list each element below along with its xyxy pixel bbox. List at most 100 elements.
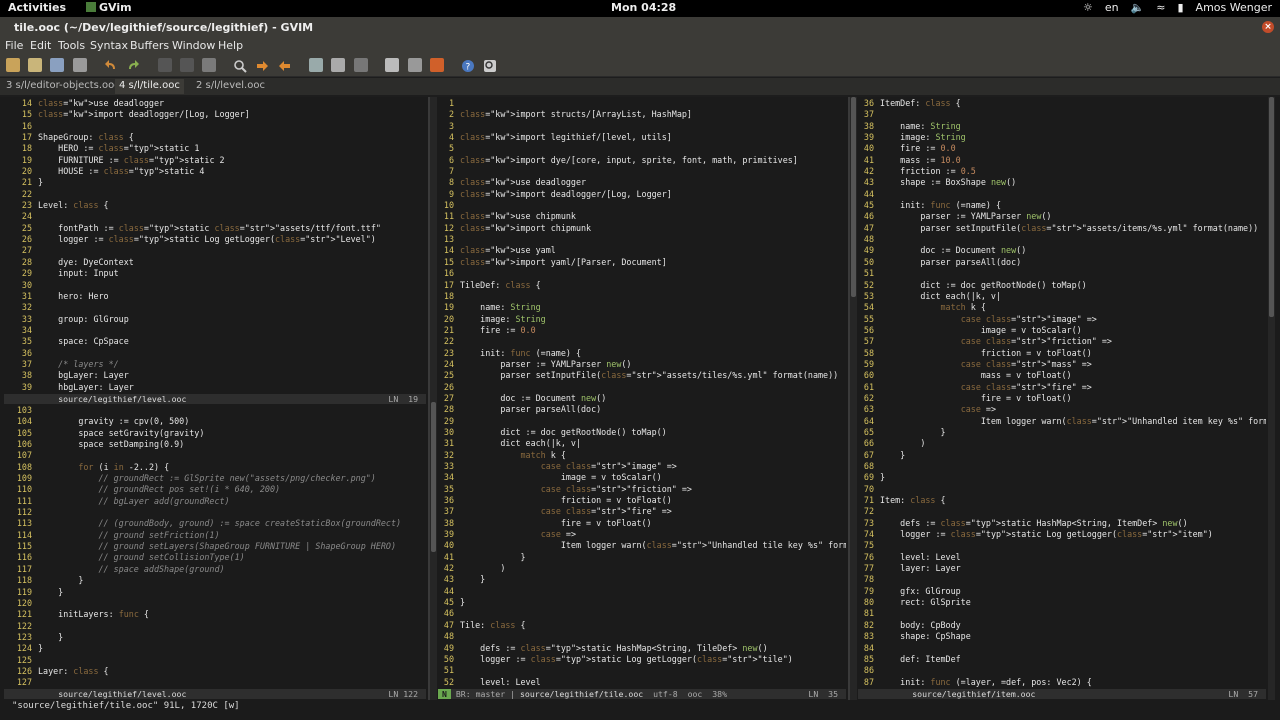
code-line[interactable]: 39 hbgLayer: Layer	[4, 382, 426, 393]
code-line[interactable]: 122	[4, 621, 426, 632]
code-line[interactable]: 84	[858, 643, 1266, 654]
code-line[interactable]: 52 level: Level	[438, 677, 846, 688]
scrollbar-left[interactable]	[430, 97, 437, 700]
code-line[interactable]: 33 case class="str">"image" =>	[438, 461, 846, 472]
code-line[interactable]: 5	[438, 143, 846, 154]
code-line[interactable]: 48	[858, 234, 1266, 245]
code-line[interactable]: 9 class="kw">import deadlogger/[Log, Logg…	[438, 189, 846, 200]
code-line[interactable]: 82 body: CpBody	[858, 620, 1266, 631]
code-line[interactable]: 65 }	[858, 427, 1266, 438]
code-line[interactable]: 27	[4, 245, 426, 256]
code-line[interactable]: 49 defs := class="typ">static HashMap<St…	[438, 643, 846, 654]
run-script-icon[interactable]	[354, 58, 368, 72]
code-line[interactable]: 49 doc := Document new()	[858, 245, 1266, 256]
code-line[interactable]: 25 fontPath := class="typ">static class=…	[4, 223, 426, 234]
code-line[interactable]: 13	[438, 234, 846, 245]
code-line[interactable]: 32	[4, 302, 426, 313]
code-line[interactable]: 34	[4, 325, 426, 336]
code-line[interactable]: 10	[438, 200, 846, 211]
code-line[interactable]: 72	[858, 506, 1266, 517]
code-line[interactable]: 111 // bgLayer add(groundRect)	[4, 496, 426, 507]
code-line[interactable]: 28 dye: DyeContext	[4, 257, 426, 268]
code-line[interactable]: 45 init: func (=name) {	[858, 200, 1266, 211]
code-line[interactable]: 81	[858, 608, 1266, 619]
code-line[interactable]: 104 gravity := cpv(0, 500)	[4, 416, 426, 427]
code-line[interactable]: 38 name: String	[858, 121, 1266, 132]
code-line[interactable]: 125	[4, 655, 426, 666]
help-icon[interactable]: ?	[461, 58, 475, 73]
code-line[interactable]: 4 class="kw">import legithief/[level, uti…	[438, 132, 846, 143]
code-line[interactable]: 61 case class="str">"fire" =>	[858, 382, 1266, 393]
code-line[interactable]: 42 friction := 0.5	[858, 166, 1266, 177]
code-line[interactable]: 56 image = v toScalar()	[858, 325, 1266, 336]
code-line[interactable]: 36	[4, 348, 426, 359]
code-line[interactable]: 7	[438, 166, 846, 177]
code-line[interactable]: 42 )	[438, 563, 846, 574]
tab-level[interactable]: 2 s/l/level.ooc	[192, 79, 269, 94]
code-line[interactable]: 37 case class="str">"fire" =>	[438, 506, 846, 517]
code-line[interactable]: 39 case =>	[438, 529, 846, 540]
code-line[interactable]: 25 parser setInputFile(class="str">"asse…	[438, 370, 846, 381]
code-line[interactable]: 77 layer: Layer	[858, 563, 1266, 574]
code-line[interactable]: 106 space setDamping(0.9)	[4, 439, 426, 450]
undo-icon[interactable]	[104, 58, 118, 72]
wifi-icon[interactable]: ≈	[1156, 1, 1165, 14]
menu-window[interactable]: Window	[172, 39, 215, 52]
code-line[interactable]: 114 // ground setFriction(1)	[4, 530, 426, 541]
split-tile[interactable]: 1 2 class="kw">import structs/[ArrayList, …	[438, 98, 846, 688]
code-line[interactable]: 55 case class="str">"image" =>	[858, 314, 1266, 325]
menu-syntax[interactable]: Syntax	[90, 39, 128, 52]
code-line[interactable]: 86	[858, 665, 1266, 676]
code-line[interactable]: 68	[858, 461, 1266, 472]
code-line[interactable]: 40 fire := 0.0	[858, 143, 1266, 154]
code-line[interactable]: 117 // space addShape(ground)	[4, 564, 426, 575]
code-line[interactable]: 43 shape := BoxShape new()	[858, 177, 1266, 188]
code-line[interactable]: 124}	[4, 643, 426, 654]
load-session-icon[interactable]	[309, 58, 323, 72]
code-line[interactable]: 62 fire = v toFloat()	[858, 393, 1266, 404]
code-line[interactable]: 48	[438, 631, 846, 642]
code-line[interactable]: 67 }	[858, 450, 1266, 461]
code-line[interactable]: 113 // (groundBody, ground) := space cre…	[4, 518, 426, 529]
tab-editor-objects[interactable]: 3 s/l/editor-objects.ooc	[2, 79, 124, 94]
code-line[interactable]: 119 }	[4, 587, 426, 598]
code-line[interactable]: 31 dict each(|k, v|	[438, 438, 846, 449]
code-line[interactable]: 80 rect: GlSprite	[858, 597, 1266, 608]
code-line[interactable]: 45}	[438, 597, 846, 608]
scrollbar-right[interactable]	[1268, 97, 1275, 700]
code-line[interactable]: 16	[4, 121, 426, 132]
print-icon[interactable]	[73, 58, 87, 72]
code-line[interactable]: 21 fire := 0.0	[438, 325, 846, 336]
code-line[interactable]: 71 Item: class {	[858, 495, 1266, 506]
code-line[interactable]: 51	[438, 665, 846, 676]
menu-tools[interactable]: Tools	[58, 39, 85, 52]
code-line[interactable]: 15 class="kw">import deadlogger/[Log, Log…	[4, 109, 426, 120]
save-icon[interactable]	[28, 58, 42, 72]
save-session-icon[interactable]	[331, 58, 345, 72]
save-all-icon[interactable]	[50, 58, 64, 72]
code-line[interactable]: 50 logger := class="typ">static Log getL…	[438, 654, 846, 665]
code-line[interactable]: 87 init: func (=layer, =def, pos: Vec2) …	[858, 677, 1266, 688]
code-line[interactable]: 30 dict := doc getRootNode() toMap()	[438, 427, 846, 438]
code-line[interactable]: 44	[438, 586, 846, 597]
code-line[interactable]: 41 }	[438, 552, 846, 563]
code-line[interactable]: 108 for (i in -2..2) {	[4, 462, 426, 473]
code-line[interactable]: 103	[4, 405, 426, 416]
code-line[interactable]: 41 mass := 10.0	[858, 155, 1266, 166]
code-line[interactable]: 60 mass = v toFloat()	[858, 370, 1266, 381]
menu-file[interactable]: File	[5, 39, 23, 52]
code-line[interactable]: 11 class="kw">use chipmunk	[438, 211, 846, 222]
split-level-top[interactable]: 14 class="kw">use deadlogger 15 class="kw">…	[4, 98, 426, 393]
code-line[interactable]: 32 match k {	[438, 450, 846, 461]
tab-tile[interactable]: 4 s/l/tile.ooc	[115, 79, 184, 94]
clock[interactable]: Mon 04:28	[611, 1, 676, 14]
code-line[interactable]: 12 class="kw">import chipmunk	[438, 223, 846, 234]
code-line[interactable]: 29 input: Input	[4, 268, 426, 279]
command-line[interactable]: "source/legithief/tile.ooc" 91L, 1720C […	[0, 700, 1280, 720]
split-item[interactable]: 36 ItemDef: class {37 38 name: String 39 im…	[858, 98, 1266, 688]
code-line[interactable]: 31 hero: Hero	[4, 291, 426, 302]
code-line[interactable]: 126 Layer: class {	[4, 666, 426, 677]
app-menu[interactable]: GVim	[86, 1, 132, 14]
code-line[interactable]: 121 initLayers: func {	[4, 609, 426, 620]
code-line[interactable]: 66 )	[858, 438, 1266, 449]
